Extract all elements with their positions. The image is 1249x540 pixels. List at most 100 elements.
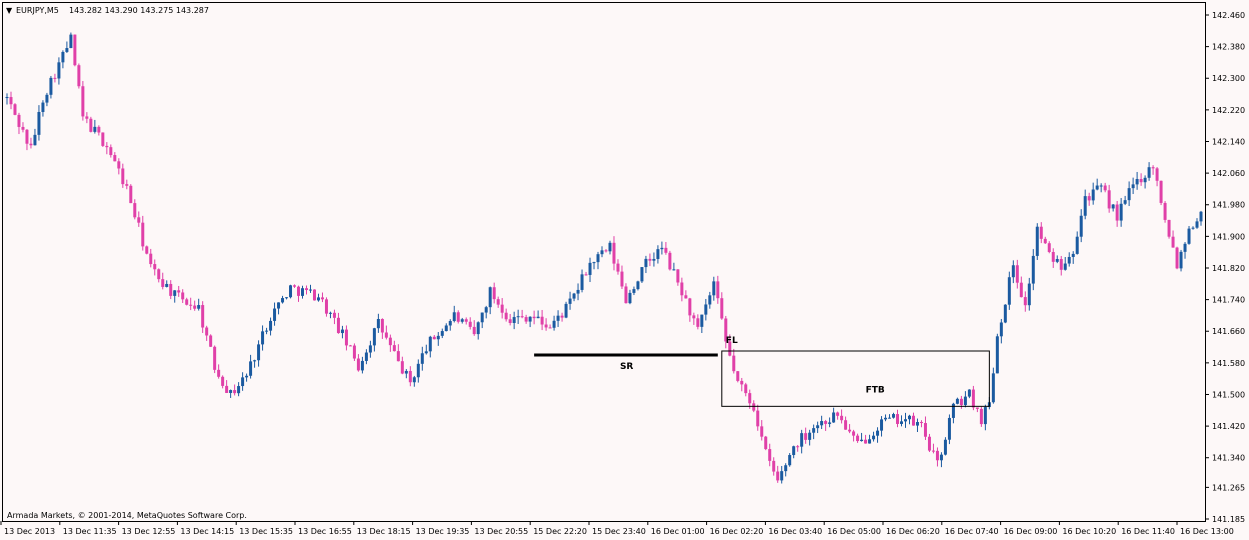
candle-body [133,203,137,218]
candle-body [368,345,372,353]
candle-body [452,312,456,322]
candle-body [524,317,528,322]
header-triangle-icon[interactable]: ▼ [6,6,13,15]
candle-body [1151,167,1155,169]
x-tick-label: 16 Dec 02:20 [710,527,764,536]
candle-body [1167,219,1171,237]
price-chart[interactable]: SR FL FTB 142.460 142.380 142.300 142.220 142.… [0,0,1249,540]
candle [1159,180,1163,206]
candle [81,81,85,121]
candle [764,435,768,451]
candle-body [888,417,892,419]
fl-label: FL [726,336,738,346]
candle-body [1175,247,1179,269]
candle-body [1087,196,1091,201]
candle-body [37,111,41,135]
candle-body [500,304,504,313]
candle-body [612,242,616,264]
candle [73,34,77,67]
candle-body [380,318,384,333]
candle-body [955,398,959,404]
y-tick-label: 141.820 [1212,264,1245,273]
candle-body [776,471,780,481]
x-tick-label: 16 Dec 01:00 [651,527,705,536]
candle-body [999,322,1003,337]
candle-body [1083,196,1087,216]
ohlc-values: 143.282 143.290 143.275 143.287 [69,6,209,15]
candle [788,453,792,467]
candle-body [1095,185,1099,190]
candle-body [328,312,332,314]
candle-body [1019,282,1023,298]
candle-body [57,62,61,79]
candle-body [975,407,979,409]
candle-body [197,305,201,309]
symbol-label: EURJPY,M5 [16,6,59,15]
candle [352,343,356,361]
y-tick-label: 142.140 [1212,137,1245,146]
candle-body [492,287,496,300]
candle-body [273,308,277,321]
candle-body [9,97,13,105]
y-tick-label: 142.060 [1212,169,1245,178]
candle-body [289,285,293,298]
candle-body [532,316,536,319]
candle-body [943,439,947,455]
candle-body [504,312,508,320]
candle-body [600,250,604,255]
candle-body [456,312,460,322]
candle-body [808,432,812,440]
candle-body [388,337,392,346]
candle-body [971,389,975,408]
candle-body [308,289,312,291]
candle-body [428,336,432,352]
candle-body [448,321,452,326]
candle-body [584,274,588,276]
candle [1035,223,1039,260]
candle-body [568,298,572,304]
x-tick-label: 13 Dec 19:35 [416,527,470,536]
y-tick-label: 142.460 [1212,11,1245,20]
candle-body [173,290,177,296]
candle-body [1007,277,1011,305]
candle-body [732,355,736,372]
candle-body [864,439,868,444]
candle-body [800,433,804,447]
candle-body [5,97,9,99]
candle-body [109,147,113,156]
candle-body [169,283,173,296]
candle-body [145,246,149,254]
candle [1003,304,1007,324]
candle-body [1123,200,1127,204]
candle-body [536,316,540,319]
candle-body [927,436,931,451]
candle-body [995,336,999,374]
candle [1175,246,1179,270]
candle-body [444,325,448,332]
candle-body [81,86,85,117]
candle-body [93,126,97,132]
candle-body [41,102,45,112]
x-tick-label: 16 Dec 03:40 [768,527,822,536]
candle-body [915,422,919,426]
x-tick-label: 13 Dec 15:35 [239,527,293,536]
candle-body [903,419,907,422]
candle-body [396,351,400,362]
candle-body [480,312,484,323]
candle-body [923,423,927,437]
candle-body [632,289,636,293]
candle-body [844,420,848,430]
candle-body [69,34,73,49]
candle-body [149,253,153,265]
candle-body [919,422,923,424]
candle-body [105,145,109,148]
candle-body [1075,236,1079,254]
y-tick-label: 141.900 [1212,232,1245,241]
candle-body [1091,189,1095,201]
candle-body [141,222,145,247]
candle-body [764,436,768,450]
candle-body [836,412,840,416]
candle-body [53,77,57,79]
chart-window[interactable]: SR FL FTB 142.460 142.380 142.300 142.220 142.… [0,0,1249,540]
candle-body [1139,179,1143,183]
